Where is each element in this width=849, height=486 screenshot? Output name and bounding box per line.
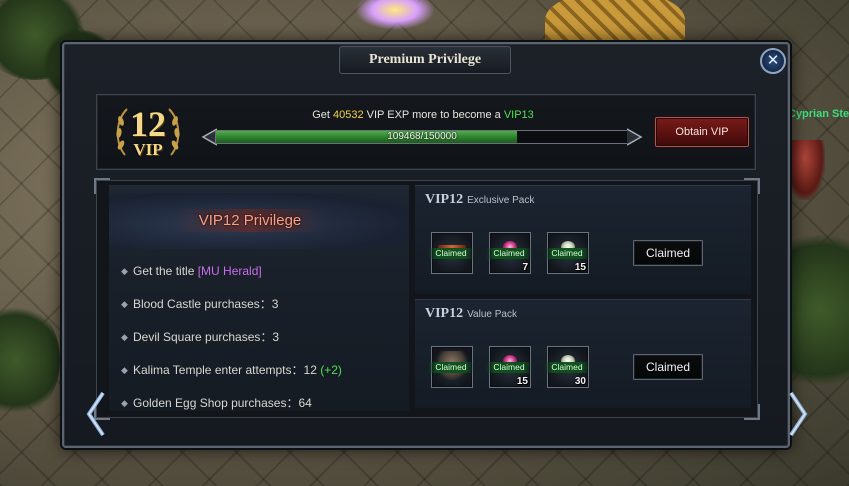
claimed-tag: Claimed xyxy=(544,362,590,373)
vip-msg-prefix: Get xyxy=(312,109,333,121)
pack-title: VIP12 Exclusive Pack xyxy=(425,192,534,208)
privilege-title: VIP12 Privilege xyxy=(175,209,325,232)
pack-title: VIP12 Value Pack xyxy=(425,306,517,322)
privilege-item-title: ◆ Get the title [MU Herald] xyxy=(121,255,409,288)
premium-privilege-window: Premium Privilege ✕ 12 VIP Get 40532 VIP… xyxy=(62,42,808,448)
bullet-icon: ◆ xyxy=(121,332,128,342)
progress-text: 109468/150000 xyxy=(387,131,457,142)
pack-item-slot[interactable]: Claimed 30 xyxy=(544,346,590,388)
privilege-label: Kalima Temple enter attempts：12 xyxy=(133,363,321,377)
vip-packs: VIP12 Exclusive Pack Claimed Claimed 7 Cl… xyxy=(415,185,751,411)
item-quantity: 15 xyxy=(574,262,586,273)
value-pack-claimed-button[interactable]: Claimed xyxy=(633,354,703,380)
privilege-panel: VIP12 Privilege ◆ Get the title [MU Heral… xyxy=(109,185,409,411)
privilege-label: Devil Square purchases：3 xyxy=(133,330,280,344)
pack-item-slot[interactable]: Claimed 15 xyxy=(544,232,590,274)
npc-name-label[interactable]: Cyprian Stewar xyxy=(788,108,849,120)
privilege-label: Blood Castle purchases：3 xyxy=(133,297,279,311)
privilege-item-blood-castle: ◆ Blood Castle purchases：3 xyxy=(121,288,409,321)
privilege-item-devil-square: ◆ Devil Square purchases：3 xyxy=(121,321,409,354)
close-button[interactable]: ✕ xyxy=(760,48,786,74)
claimed-tag: Claimed xyxy=(486,248,532,259)
privilege-content-frame: VIP12 Privilege ◆ Get the title [MU Heral… xyxy=(86,178,808,437)
pack-subtitle: Value Pack xyxy=(467,309,517,320)
pack-item-slot[interactable]: Claimed xyxy=(428,232,474,274)
privilege-bonus: (+2) xyxy=(320,363,342,377)
vip-exp-needed: 40532 xyxy=(333,109,364,121)
next-page-arrow-icon[interactable] xyxy=(787,391,809,437)
background-foliage xyxy=(0,300,60,420)
exclusive-pack: VIP12 Exclusive Pack Claimed Claimed 7 Cl… xyxy=(415,185,751,294)
bullet-icon: ◆ xyxy=(121,266,128,276)
vip-next-level: VIP13 xyxy=(503,109,534,121)
vip-level-badge: 12 VIP xyxy=(113,99,183,165)
vip-level-number: 12 xyxy=(130,103,166,144)
vip-exp-message: Get 40532 VIP EXP more to become a VIP13 xyxy=(233,109,613,121)
pack-item-slot[interactable]: Claimed 15 xyxy=(486,346,532,388)
npc-character[interactable] xyxy=(785,140,825,200)
item-quantity: 15 xyxy=(516,376,528,387)
window-title: Premium Privilege xyxy=(339,46,511,74)
claimed-tag: Claimed xyxy=(486,362,532,373)
pack-item-slot[interactable]: Claimed 7 xyxy=(486,232,532,274)
privilege-list: ◆ Get the title [MU Herald] ◆ Blood Castle… xyxy=(121,255,409,420)
privilege-item-golden-egg: ◆ Golden Egg Shop purchases：64 xyxy=(121,387,409,420)
progress-right-ornament-icon xyxy=(627,128,643,146)
close-icon: ✕ xyxy=(766,52,780,69)
privilege-header: VIP12 Privilege xyxy=(109,193,409,249)
item-quantity: 30 xyxy=(574,376,586,387)
claimed-tag: Claimed xyxy=(428,362,474,373)
exclusive-pack-claimed-button[interactable]: Claimed xyxy=(633,240,703,266)
background-magic-glow xyxy=(355,0,435,30)
bullet-icon: ◆ xyxy=(121,398,128,408)
bullet-icon: ◆ xyxy=(121,299,128,309)
privilege-label: Golden Egg Shop purchases：64 xyxy=(133,396,312,410)
obtain-vip-button[interactable]: Obtain VIP xyxy=(655,117,749,147)
progress-track: 109468/150000 xyxy=(215,130,629,144)
pack-level: VIP12 xyxy=(425,192,464,207)
pack-item-slot[interactable]: Claimed xyxy=(428,346,474,388)
privilege-accent: [MU Herald] xyxy=(197,264,262,278)
vip-level-tag: VIP xyxy=(133,139,163,159)
previous-page-arrow-icon[interactable] xyxy=(85,391,107,437)
privilege-label: Get the title xyxy=(133,264,198,278)
pack-subtitle: Exclusive Pack xyxy=(467,195,535,206)
vip-progress-panel: 12 VIP Get 40532 VIP EXP more to become … xyxy=(96,94,756,170)
value-pack: VIP12 Value Pack Claimed Claimed 15 Claim… xyxy=(415,299,751,408)
privilege-item-kalima-temple: ◆ Kalima Temple enter attempts：12 (+2) xyxy=(121,354,409,387)
item-quantity: 7 xyxy=(522,262,528,273)
frame-corner xyxy=(94,178,110,194)
pack-level: VIP12 xyxy=(425,306,464,321)
claimed-tag: Claimed xyxy=(428,248,474,259)
vip-exp-progress-bar: 109468/150000 xyxy=(201,126,643,148)
vip-msg-middle: VIP EXP more to become a xyxy=(363,109,504,121)
claimed-tag: Claimed xyxy=(544,248,590,259)
bullet-icon: ◆ xyxy=(121,365,128,375)
